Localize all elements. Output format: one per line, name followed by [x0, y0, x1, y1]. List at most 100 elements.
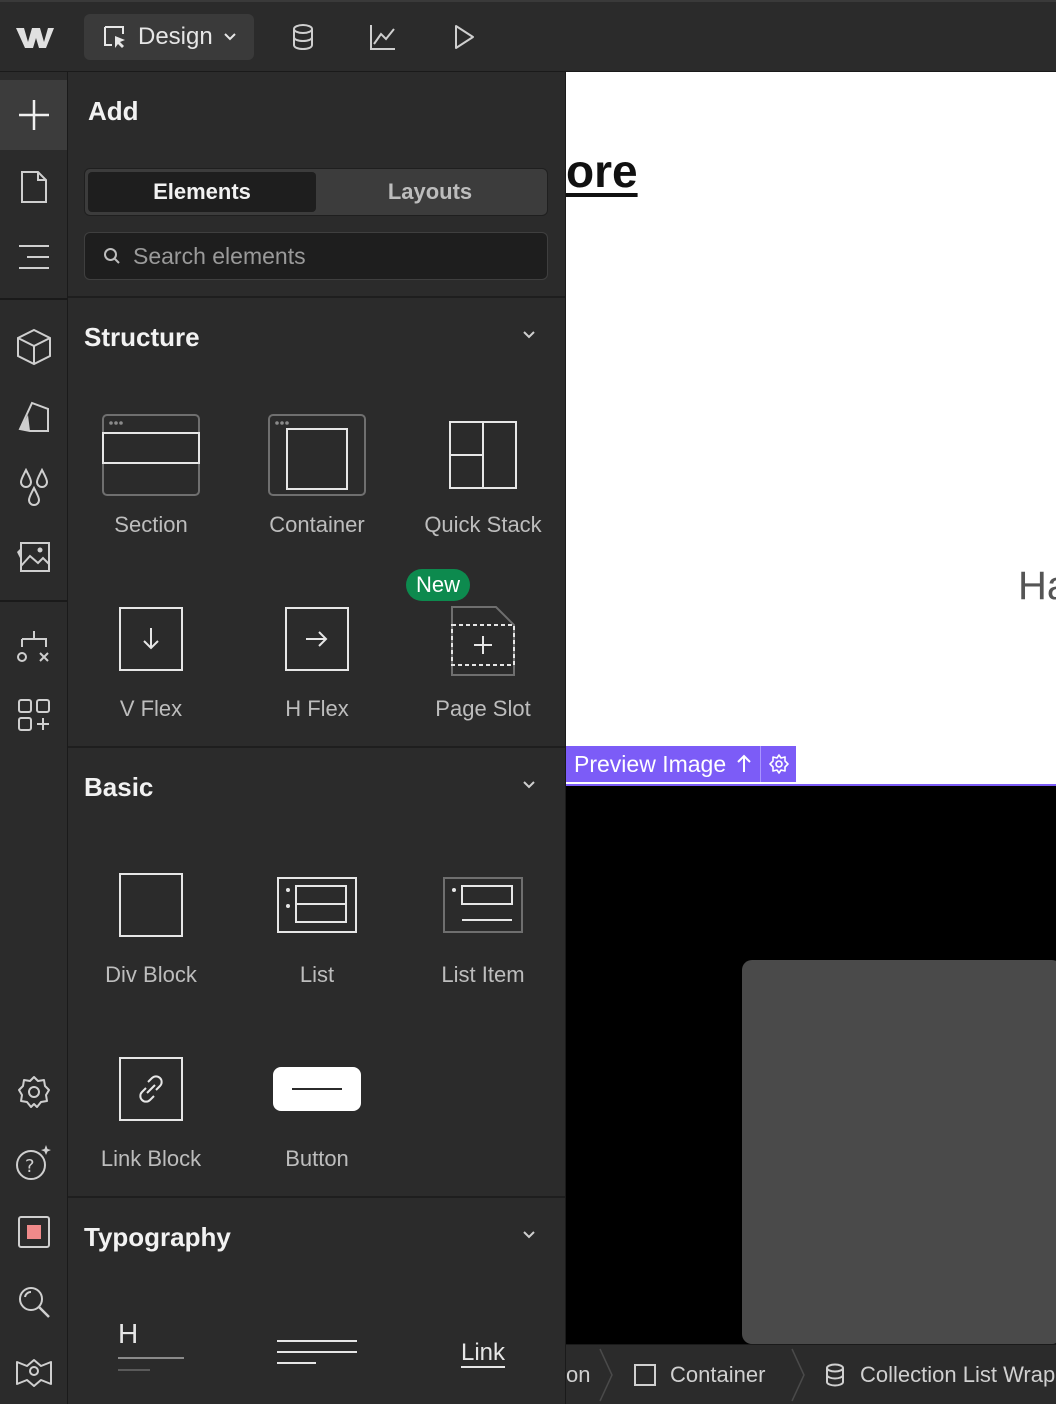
basic-section-label: Basic — [84, 772, 154, 802]
list-item-icon — [400, 850, 565, 960]
preview-play-icon[interactable] — [448, 22, 478, 52]
structure-section-header[interactable]: Structure — [68, 296, 565, 378]
design-mode-button[interactable]: Design — [84, 14, 254, 60]
link-sample: Link — [460, 1339, 506, 1366]
card-element[interactable] — [742, 960, 1056, 1344]
element-label: Button — [285, 1146, 349, 1171]
element-v-flex[interactable]: V Flex — [68, 584, 234, 754]
element-div-block[interactable]: Div Block — [68, 850, 234, 1020]
canvas-heading[interactable]: ore — [566, 144, 638, 198]
components-cube-icon[interactable] — [0, 312, 67, 382]
search-box — [84, 232, 548, 280]
element-label: V Flex — [119, 696, 183, 721]
help-icon[interactable]: ? — [0, 1127, 67, 1197]
svg-text:?: ? — [25, 1156, 35, 1177]
h-flex-icon — [234, 584, 400, 694]
selected-element-label: Preview Image — [574, 750, 727, 777]
quick-stack-icon — [400, 400, 565, 510]
add-panel: Add Elements Layouts Structure Section C… — [68, 72, 566, 1404]
search-input[interactable] — [133, 242, 533, 270]
cursor-select-icon — [104, 26, 125, 48]
panel-title: Add — [88, 96, 139, 126]
pages-icon[interactable] — [0, 152, 67, 222]
element-button[interactable]: Button — [234, 1034, 400, 1204]
element-paragraph[interactable] — [234, 1298, 400, 1404]
div-block-icon — [68, 850, 234, 960]
new-badge: New — [406, 569, 471, 601]
button-icon — [234, 1034, 400, 1144]
community-icon[interactable] — [0, 1337, 67, 1404]
element-section[interactable]: Section — [68, 400, 234, 570]
tab-layouts[interactable]: Layouts — [316, 172, 544, 212]
container-icon — [634, 1364, 656, 1386]
search-icon[interactable] — [0, 1267, 67, 1337]
pin-icon — [737, 754, 751, 772]
design-mode-label: Design — [138, 23, 213, 50]
element-text-link[interactable]: Link — [400, 1298, 565, 1404]
typography-section-label: Typography — [84, 1222, 231, 1252]
text-link-icon: Link — [400, 1298, 565, 1404]
element-list[interactable]: List — [234, 850, 400, 1020]
logic-flow-icon[interactable] — [0, 612, 67, 682]
element-label: Div Block — [105, 962, 197, 987]
chevron-down-icon — [523, 781, 535, 789]
element-label: Page Slot — [435, 696, 531, 721]
heading-sample: H — [118, 1318, 139, 1349]
element-page-slot[interactable]: Page Slot — [400, 584, 565, 754]
basic-section-header[interactable]: Basic — [68, 746, 565, 828]
element-h-flex[interactable]: H Flex — [234, 584, 400, 754]
element-list-item[interactable]: List Item — [400, 850, 565, 1020]
webflow-logo-icon[interactable] — [12, 20, 56, 56]
chevron-down-icon — [523, 331, 535, 339]
breadcrumb-label: Container — [670, 1362, 766, 1387]
container-icon — [234, 400, 400, 510]
tab-switcher: Elements Layouts — [84, 168, 548, 216]
paragraph-icon — [234, 1298, 400, 1404]
chevron-down-icon — [224, 33, 236, 41]
canvas-text[interactable]: Ha — [1018, 564, 1056, 609]
analytics-chart-icon[interactable] — [368, 22, 398, 52]
styles-icon[interactable] — [0, 382, 67, 452]
list-icon — [234, 850, 400, 960]
structure-section-label: Structure — [84, 322, 200, 352]
rail-divider — [0, 298, 67, 300]
element-quick-stack[interactable]: Quick Stack — [400, 400, 565, 570]
element-link-block[interactable]: Link Block — [68, 1034, 234, 1204]
breadcrumb-label: on — [566, 1362, 591, 1387]
breadcrumb-label: Collection List Wrap — [860, 1362, 1056, 1387]
element-label: Link Block — [100, 1146, 202, 1171]
search-icon — [104, 248, 120, 264]
apps-icon[interactable] — [0, 680, 67, 750]
typography-section-header[interactable]: Typography — [68, 1196, 565, 1278]
assets-image-icon[interactable] — [0, 522, 67, 592]
collection-database-icon — [826, 1363, 844, 1387]
element-label: H Flex — [285, 696, 349, 721]
breadcrumb-item[interactable]: Collection List Wrap — [824, 1345, 1055, 1404]
top-bar: Design — [0, 0, 1056, 72]
element-container[interactable]: Container — [234, 400, 400, 570]
tab-elements[interactable]: Elements — [88, 172, 316, 212]
breadcrumb: on Container Collection List Wrap — [566, 1344, 1056, 1404]
element-label: Container — [269, 512, 365, 537]
record-icon[interactable] — [0, 1197, 67, 1267]
heading-icon: H — [68, 1298, 234, 1404]
selected-element-tag[interactable]: Preview Image — [566, 746, 797, 782]
section-icon — [68, 400, 234, 510]
left-toolbar: ? — [0, 72, 68, 1404]
navigator-icon[interactable] — [0, 222, 67, 292]
element-label: Section — [114, 512, 188, 537]
breadcrumb-item[interactable]: Container — [634, 1345, 765, 1404]
add-plus-icon[interactable] — [0, 80, 67, 150]
variables-drops-icon[interactable] — [0, 452, 67, 522]
element-settings-gear-icon[interactable] — [760, 746, 796, 782]
element-heading[interactable]: H — [68, 1298, 234, 1404]
chevron-down-icon — [523, 1231, 535, 1239]
cms-database-icon[interactable] — [288, 22, 318, 52]
breadcrumb-item[interactable]: on — [566, 1345, 590, 1404]
chevron-right-icon — [791, 1348, 805, 1402]
chevron-right-icon — [599, 1348, 613, 1402]
settings-gear-icon[interactable] — [0, 1057, 67, 1127]
v-flex-icon — [68, 584, 234, 694]
link-block-icon — [68, 1034, 234, 1144]
rail-divider — [0, 600, 67, 602]
